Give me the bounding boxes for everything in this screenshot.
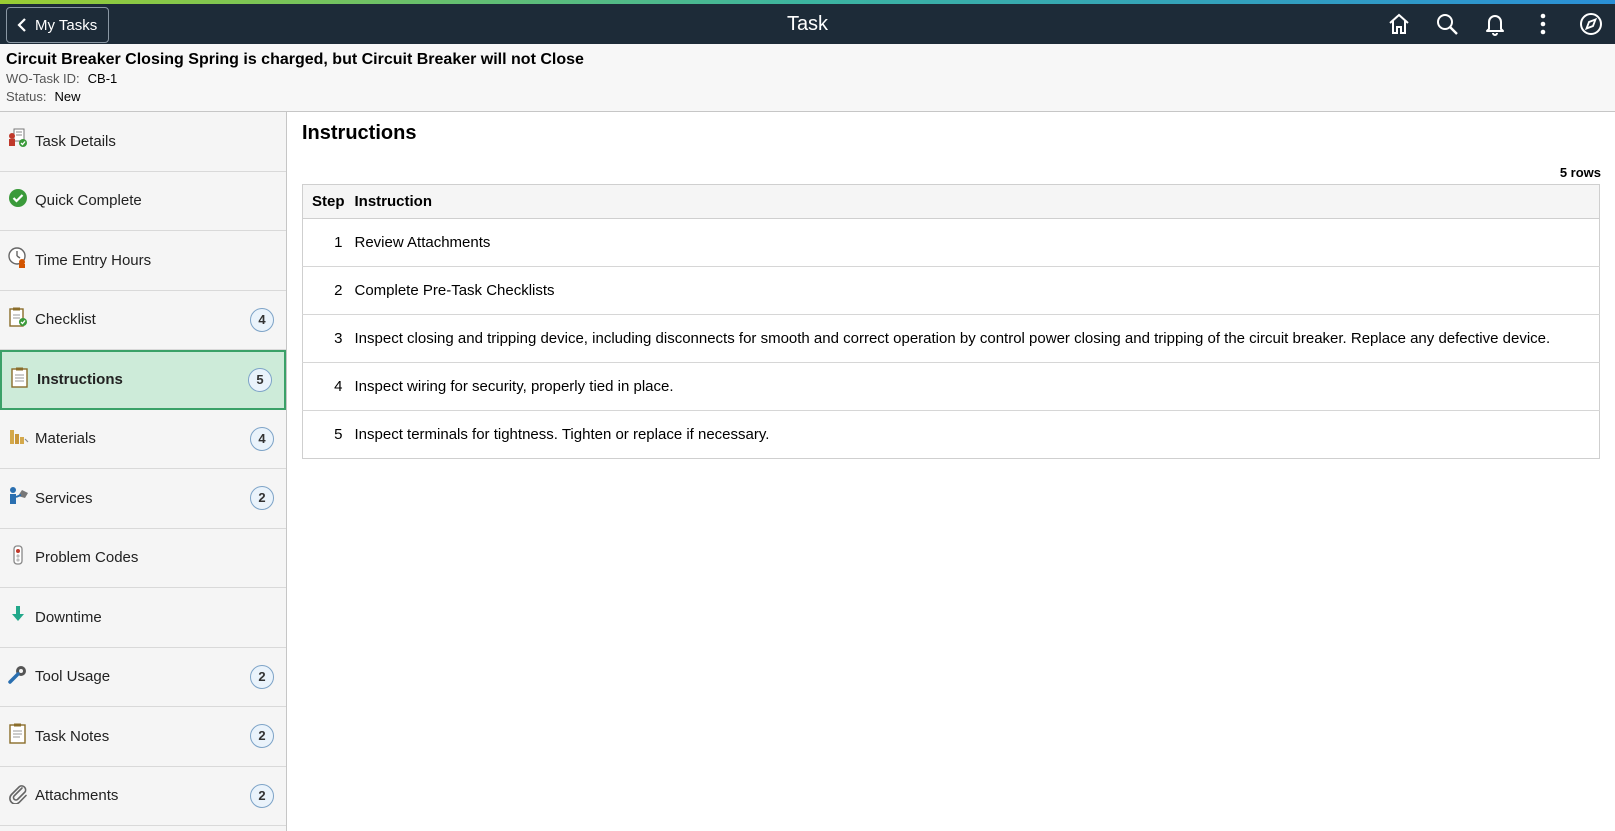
step-cell: 1 xyxy=(302,218,355,267)
column-header-instruction: Instruction xyxy=(354,184,1600,219)
task-id-value: CB-1 xyxy=(87,71,118,86)
count-badge: 2 xyxy=(250,724,274,749)
actions-menu-button[interactable] xyxy=(1519,4,1567,44)
top-banner: My Tasks Task xyxy=(0,4,1615,44)
home-icon xyxy=(1389,13,1409,34)
sidebar-item-materials[interactable]: Materials 4 xyxy=(0,410,286,469)
sidebar-item-label: Tool Usage xyxy=(35,668,111,686)
sidebar-item-tool-usage[interactable]: Tool Usage 2 xyxy=(0,648,286,707)
search-icon xyxy=(1437,14,1458,35)
sidebar-item-label: Quick Complete xyxy=(35,192,142,210)
table-row: 4 Inspect wiring for security, properly … xyxy=(302,362,1600,411)
services-icon xyxy=(6,483,30,507)
sidebar-item-quick-complete[interactable]: Quick Complete xyxy=(0,172,286,231)
step-cell: 2 xyxy=(302,266,355,315)
sidebar-item-label: Task Details xyxy=(35,132,116,150)
down-arrow-icon xyxy=(6,602,30,626)
step-cell: 3 xyxy=(302,314,355,363)
notes-icon xyxy=(6,721,30,745)
count-badge: 2 xyxy=(250,486,274,511)
table-row: 2 Complete Pre-Task Checklists xyxy=(302,266,1600,315)
sidebar-item-checklist[interactable]: Checklist 4 xyxy=(0,291,286,350)
task-title: Circuit Breaker Closing Spring is charge… xyxy=(6,51,584,68)
sidebar-item-label: Problem Codes xyxy=(35,549,139,567)
page-title: Task xyxy=(786,13,829,35)
home-button[interactable] xyxy=(1375,4,1423,44)
count-badge: 5 xyxy=(248,367,272,392)
paperclip-icon xyxy=(6,781,30,805)
status-value: New xyxy=(54,89,81,104)
more-icon xyxy=(1540,13,1546,35)
instructions-grid: Step Instruction 1 Review Attachments 2 … xyxy=(302,184,1600,459)
status-label: Status: xyxy=(6,89,47,104)
sidebar-item-label: Services xyxy=(35,489,93,507)
instruction-cell: Inspect terminals for tightness. Tighten… xyxy=(354,426,770,443)
task-id-label: WO-Task ID: xyxy=(6,71,80,86)
sidebar-item-downtime[interactable]: Downtime xyxy=(0,588,286,648)
sidebar-item-label: Instructions xyxy=(37,371,123,389)
materials-icon xyxy=(6,424,30,448)
table-row: 1 Review Attachments xyxy=(302,218,1600,267)
count-badge: 4 xyxy=(250,426,274,451)
problem-codes-icon xyxy=(6,543,30,567)
compass-icon xyxy=(1580,13,1602,35)
count-badge: 4 xyxy=(250,307,274,332)
clipboard-icon xyxy=(8,365,32,389)
count-badge: 2 xyxy=(250,783,274,808)
search-button[interactable] xyxy=(1423,4,1471,44)
sidebar-item-label: Materials xyxy=(35,430,96,448)
back-button[interactable]: My Tasks xyxy=(6,7,109,43)
sidebar-item-services[interactable]: Services 2 xyxy=(0,469,286,529)
task-details-icon xyxy=(6,126,30,150)
row-count: 5 rows xyxy=(1559,165,1601,180)
instruction-cell: Complete Pre-Task Checklists xyxy=(354,266,1600,315)
column-header-step: Step xyxy=(302,184,355,219)
grid-header-row: Step Instruction xyxy=(302,184,1600,219)
instruction-cell: Inspect wiring for security, properly ti… xyxy=(354,362,1600,411)
check-circle-icon xyxy=(6,186,30,210)
checklist-icon xyxy=(6,305,30,329)
task-header: Circuit Breaker Closing Spring is charge… xyxy=(0,44,1615,112)
count-badge: 2 xyxy=(250,664,274,689)
sidebar-item-time-entry-hours[interactable]: Time Entry Hours xyxy=(0,231,286,291)
wrench-icon xyxy=(6,662,30,686)
back-button-label: My Tasks xyxy=(35,16,98,34)
instruction-cell: Inspect closing and tripping device, inc… xyxy=(354,314,1600,363)
clock-icon xyxy=(6,245,30,269)
sidebar-item-label: Attachments xyxy=(35,787,119,805)
table-row: 3 Inspect closing and tripping device, i… xyxy=(302,314,1600,363)
step-cell: 5 xyxy=(334,426,343,443)
sidebar: Task Details Quick Complete Time Entry H… xyxy=(0,112,287,831)
instruction-cell: Review Attachments xyxy=(354,218,1600,267)
step-cell: 4 xyxy=(302,362,355,411)
sidebar-item-problem-codes[interactable]: Problem Codes xyxy=(0,529,286,588)
sidebar-item-label: Task Notes xyxy=(35,727,110,745)
sidebar-item-label: Downtime xyxy=(35,608,102,626)
task-id-row: WO-Task ID: CB-1 xyxy=(6,70,1609,88)
notifications-button[interactable] xyxy=(1471,4,1519,44)
main-content: Instructions 5 rows Step Instruction 1 R… xyxy=(288,112,1615,831)
sidebar-item-instructions[interactable]: Instructions 5 xyxy=(0,350,286,410)
chevron-left-icon xyxy=(17,18,26,32)
bell-icon xyxy=(1486,15,1504,36)
sidebar-item-task-notes[interactable]: Task Notes 2 xyxy=(0,707,286,767)
section-title: Instructions xyxy=(302,122,417,144)
status-row: Status: New xyxy=(6,88,1609,106)
sidebar-item-label: Time Entry Hours xyxy=(35,251,152,269)
sidebar-item-attachments[interactable]: Attachments 2 xyxy=(0,767,286,826)
navbar-button[interactable] xyxy=(1567,4,1615,44)
sidebar-item-label: Checklist xyxy=(35,311,96,329)
table-row: 5 Inspect terminals for tightness. Tight… xyxy=(303,411,1600,459)
sidebar-item-task-details[interactable]: Task Details xyxy=(0,112,286,172)
